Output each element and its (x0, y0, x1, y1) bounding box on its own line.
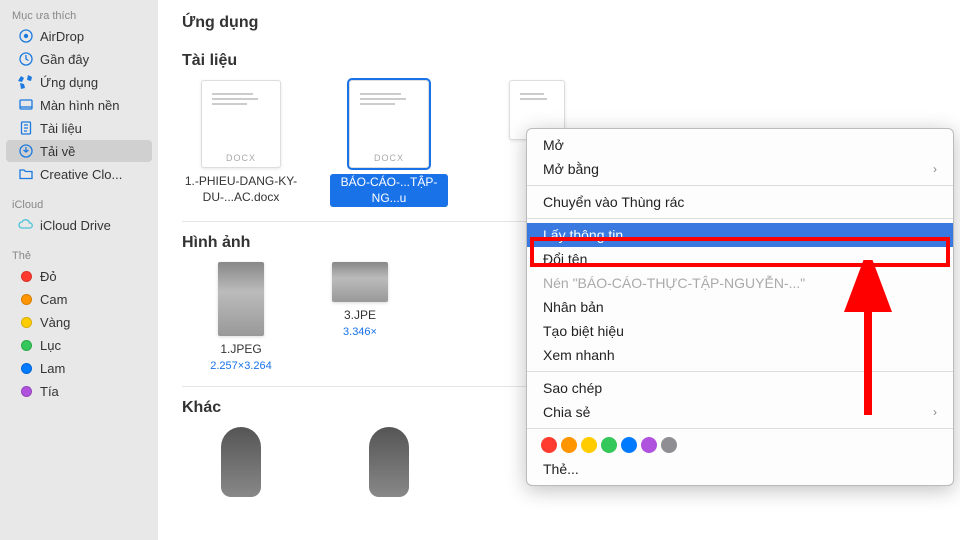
sidebar-label: iCloud Drive (40, 218, 111, 233)
file-item[interactable] (330, 427, 448, 497)
file-dimensions: 2.257×3.264 (210, 360, 271, 372)
tag-color-bubble[interactable] (601, 437, 617, 453)
image-thumbnail (332, 262, 388, 302)
sidebar-item-desktop[interactable]: Màn hình nền (6, 94, 152, 116)
docx-icon: DOCX (349, 80, 429, 168)
tag-dot-icon (18, 268, 34, 284)
section-apps: Ứng dụng (182, 14, 936, 32)
sidebar: Mục ưa thích AirDrop Gần đây Ứng dụng Mà… (0, 0, 158, 540)
image-thumbnail (218, 262, 264, 336)
apps-icon (18, 74, 34, 90)
menu-get-info[interactable]: Lấy thông tin (527, 223, 953, 247)
sidebar-tag-Cam[interactable]: Cam (6, 288, 152, 310)
menu-open-with[interactable]: Mở bằng› (527, 157, 953, 181)
menu-duplicate[interactable]: Nhân bản (527, 295, 953, 319)
docx-icon: DOCX (201, 80, 281, 168)
sidebar-item-icloud-drive[interactable]: iCloud Drive (6, 214, 152, 236)
tag-dot-icon (18, 291, 34, 307)
menu-copy[interactable]: Sao chép (527, 376, 953, 400)
tag-dot-icon (18, 360, 34, 376)
tag-color-bubble[interactable] (621, 437, 637, 453)
sidebar-tag-Vàng[interactable]: Vàng (6, 311, 152, 333)
menu-trash[interactable]: Chuyển vào Thùng rác (527, 190, 953, 214)
documents-icon (18, 120, 34, 136)
cloud-icon (18, 217, 34, 233)
tag-label: Lam (40, 361, 65, 376)
airdrop-icon (18, 28, 34, 44)
sidebar-tag-Lam[interactable]: Lam (6, 357, 152, 379)
folder-icon (18, 166, 34, 182)
context-menu: Mở Mở bằng› Chuyển vào Thùng rác Lấy thô… (526, 128, 954, 486)
menu-compress[interactable]: Nén "BÁO-CÁO-THỰC-TẬP-NGUYỄN-..." (527, 271, 953, 295)
sidebar-label: Gần đây (40, 52, 89, 67)
menu-open[interactable]: Mở (527, 133, 953, 157)
menu-rename[interactable]: Đổi tên (527, 247, 953, 271)
menu-separator (527, 218, 953, 219)
sidebar-label: Tài liệu (40, 121, 82, 136)
file-item-selected[interactable]: DOCX BÁO-CÁO-...TẬP-NG...u (330, 80, 448, 207)
sidebar-label: Màn hình nền (40, 98, 120, 113)
clock-icon (18, 51, 34, 67)
tag-color-bubble[interactable] (641, 437, 657, 453)
tag-dot-icon (18, 314, 34, 330)
file-item[interactable]: 1.JPEG 2.257×3.264 (182, 262, 300, 372)
tag-dot-icon (18, 337, 34, 353)
section-docs: Tài liệu (182, 52, 936, 70)
menu-separator (527, 428, 953, 429)
chevron-right-icon: › (933, 405, 937, 419)
tag-label: Cam (40, 292, 67, 307)
tag-color-bubble[interactable] (581, 437, 597, 453)
menu-share[interactable]: Chia sẻ› (527, 400, 953, 424)
chevron-right-icon: › (933, 162, 937, 176)
tag-color-bubble[interactable] (561, 437, 577, 453)
sidebar-tag-Đỏ[interactable]: Đỏ (6, 265, 152, 287)
other-thumbnail (369, 427, 409, 497)
menu-separator (527, 371, 953, 372)
sidebar-label: Tải về (40, 144, 75, 159)
menu-tag-colors[interactable] (527, 433, 953, 457)
sidebar-item-recent[interactable]: Gần đây (6, 48, 152, 70)
tag-label: Tía (40, 384, 59, 399)
icloud-header: iCloud (0, 195, 158, 213)
file-name: BÁO-CÁO-...TẬP-NG...u (330, 174, 448, 207)
sidebar-item-applications[interactable]: Ứng dụng (6, 71, 152, 93)
favorites-header: Mục ưa thích (0, 6, 158, 24)
tag-color-bubble[interactable] (661, 437, 677, 453)
sidebar-tag-Tía[interactable]: Tía (6, 380, 152, 402)
menu-separator (527, 185, 953, 186)
sidebar-label: Creative Clo... (40, 167, 122, 182)
desktop-icon (18, 97, 34, 113)
sidebar-label: AirDrop (40, 29, 84, 44)
sidebar-tag-Lục[interactable]: Lục (6, 334, 152, 356)
menu-quicklook[interactable]: Xem nhanh (527, 343, 953, 367)
file-name: 3.JPE (344, 308, 376, 324)
file-dimensions: 3.346× (343, 326, 377, 338)
other-thumbnail (221, 427, 261, 497)
tags-header: Thẻ (0, 246, 158, 264)
sidebar-item-airdrop[interactable]: AirDrop (6, 25, 152, 47)
tag-label: Đỏ (40, 269, 57, 284)
file-item[interactable]: DOCX 1.-PHIEU-DANG-KY-DU-...AC.docx (182, 80, 300, 205)
tag-label: Vàng (40, 315, 70, 330)
main-content: Ứng dụng Tài liệu DOCX 1.-PHIEU-DANG-KY-… (158, 0, 960, 540)
menu-tags[interactable]: Thẻ... (527, 457, 953, 481)
file-name: 1.JPEG (220, 342, 261, 358)
sidebar-label: Ứng dụng (40, 75, 98, 90)
downloads-icon (18, 143, 34, 159)
sidebar-item-creative-cloud[interactable]: Creative Clo... (6, 163, 152, 185)
menu-alias[interactable]: Tạo biệt hiệu (527, 319, 953, 343)
file-name: 1.-PHIEU-DANG-KY-DU-...AC.docx (182, 174, 300, 205)
tag-label: Lục (40, 338, 61, 353)
tag-dot-icon (18, 383, 34, 399)
file-item[interactable] (182, 427, 300, 497)
tag-color-bubble[interactable] (541, 437, 557, 453)
sidebar-item-documents[interactable]: Tài liệu (6, 117, 152, 139)
file-item[interactable]: 3.JPE 3.346× (330, 262, 390, 338)
sidebar-item-downloads[interactable]: Tải về (6, 140, 152, 162)
